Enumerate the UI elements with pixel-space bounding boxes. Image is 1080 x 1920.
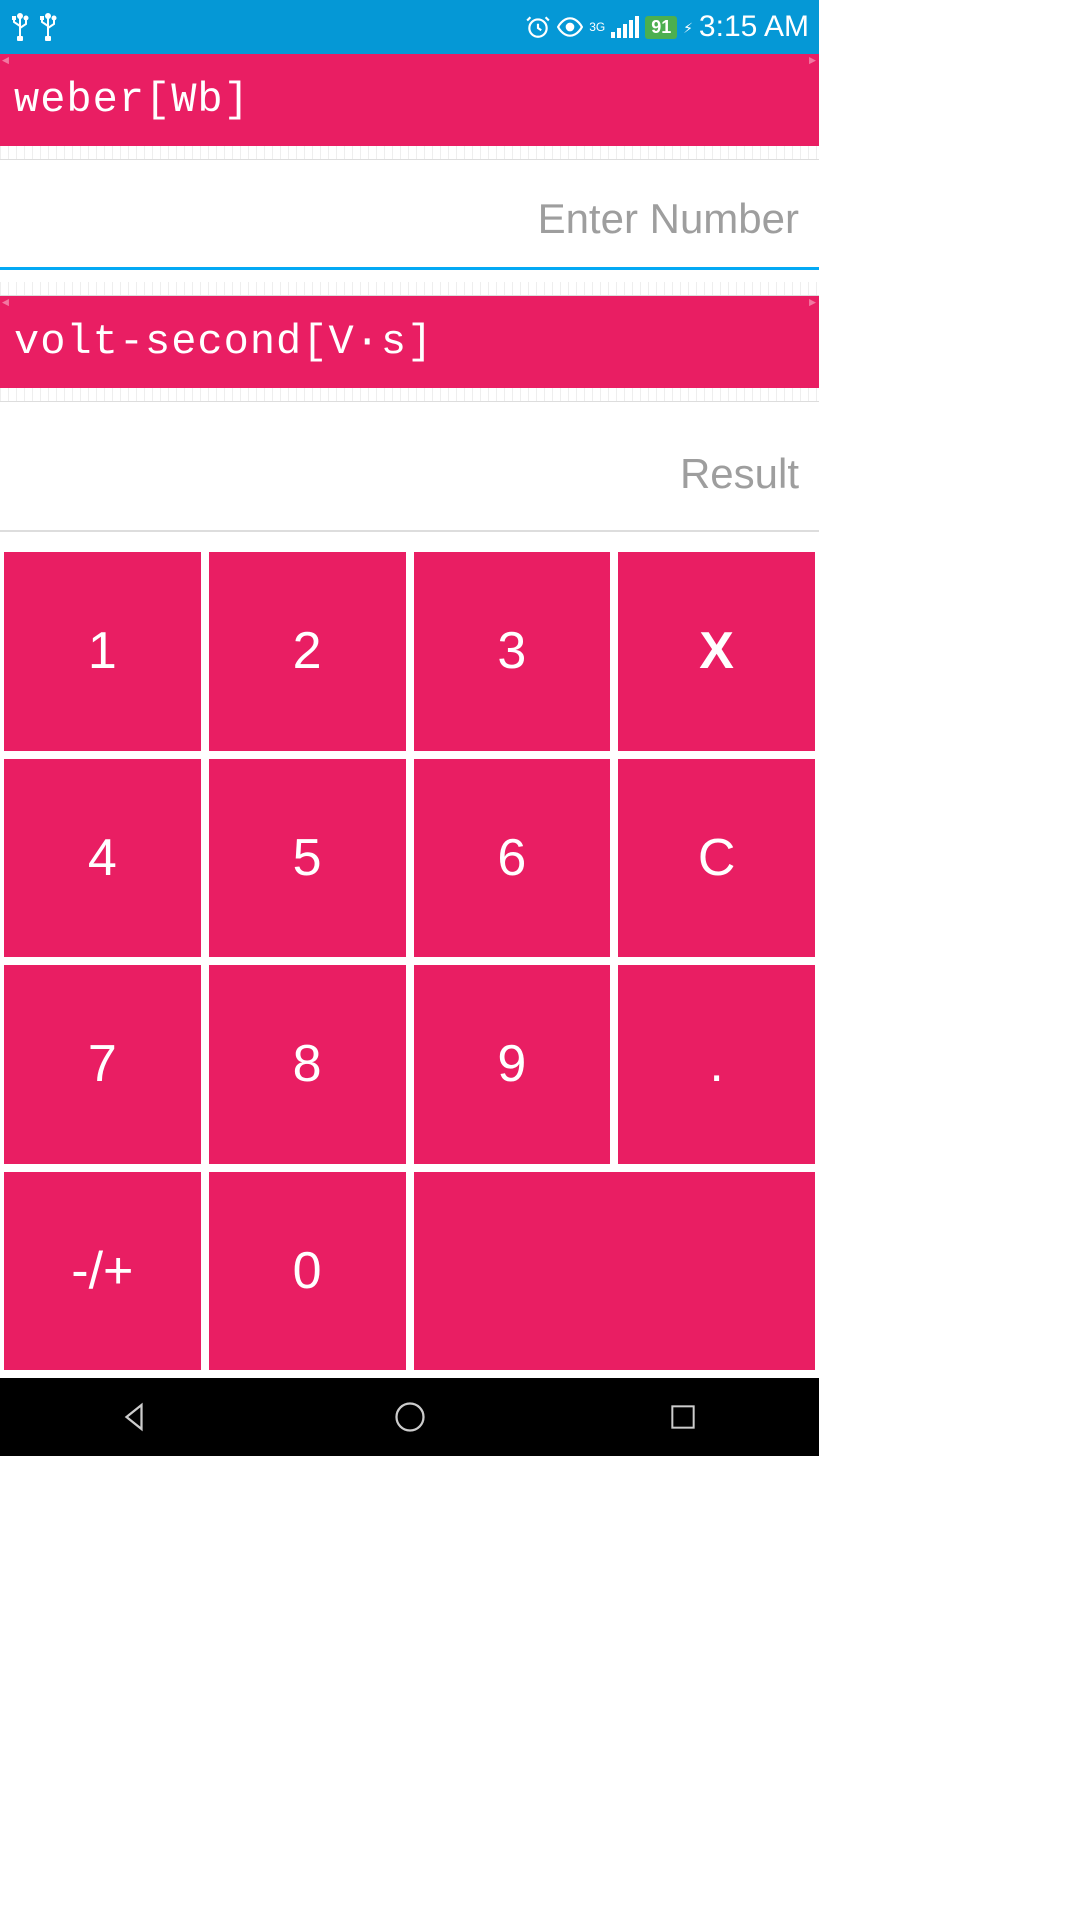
spacer	[0, 532, 819, 552]
alarm-icon	[525, 14, 551, 40]
input-placeholder: Enter Number	[538, 195, 799, 243]
unit-to-label: volt-second[V·s]	[14, 318, 433, 366]
key-9[interactable]: 9	[414, 965, 611, 1164]
nav-back-button[interactable]	[115, 1395, 159, 1439]
key-7[interactable]: 7	[4, 965, 201, 1164]
nav-recent-button[interactable]	[661, 1395, 705, 1439]
key-3[interactable]: 3	[414, 552, 611, 751]
key-5[interactable]: 5	[209, 759, 406, 958]
number-input[interactable]: Enter Number	[0, 160, 819, 270]
unit-from-selector[interactable]: ◄ weber[Wb] ►	[0, 54, 819, 146]
key-blank[interactable]	[414, 1172, 816, 1371]
status-bar: 3G 91 ⚡ 3:15 AM	[0, 0, 819, 54]
signal-icon	[611, 16, 639, 38]
battery-indicator: 91	[645, 16, 677, 39]
key-sign[interactable]: -/+	[4, 1172, 201, 1371]
usb-icon	[38, 12, 58, 42]
key-delete[interactable]: X	[618, 552, 815, 751]
unit-to-selector[interactable]: ◄ volt-second[V·s] ►	[0, 296, 819, 388]
key-4[interactable]: 4	[4, 759, 201, 958]
ruler-divider	[0, 388, 819, 402]
chevron-left-icon: ◄	[2, 296, 10, 310]
result-output: Result	[0, 402, 819, 532]
network-type: 3G	[589, 20, 605, 34]
chevron-left-icon: ◄	[2, 54, 10, 68]
chevron-right-icon: ►	[809, 296, 817, 310]
nav-home-button[interactable]	[388, 1395, 432, 1439]
ruler-divider	[0, 146, 819, 160]
key-decimal[interactable]: .	[618, 965, 815, 1164]
gap	[0, 270, 819, 282]
navigation-bar	[0, 1378, 819, 1456]
key-2[interactable]: 2	[209, 552, 406, 751]
chevron-right-icon: ►	[809, 54, 817, 68]
clock-time: 3:15 AM	[699, 10, 809, 44]
usb-icon	[10, 12, 30, 42]
battery-level: 91	[651, 17, 671, 38]
key-0[interactable]: 0	[209, 1172, 406, 1371]
unit-from-label: weber[Wb]	[14, 76, 250, 124]
result-placeholder: Result	[680, 450, 799, 498]
charging-icon: ⚡	[683, 17, 693, 38]
key-clear[interactable]: C	[618, 759, 815, 958]
key-8[interactable]: 8	[209, 965, 406, 1164]
key-1[interactable]: 1	[4, 552, 201, 751]
keypad: 1 2 3 X 4 5 6 C 7 8 9 . -/+ 0	[0, 552, 819, 1378]
key-6[interactable]: 6	[414, 759, 611, 958]
eye-icon	[557, 14, 583, 40]
ruler-divider	[0, 282, 819, 296]
